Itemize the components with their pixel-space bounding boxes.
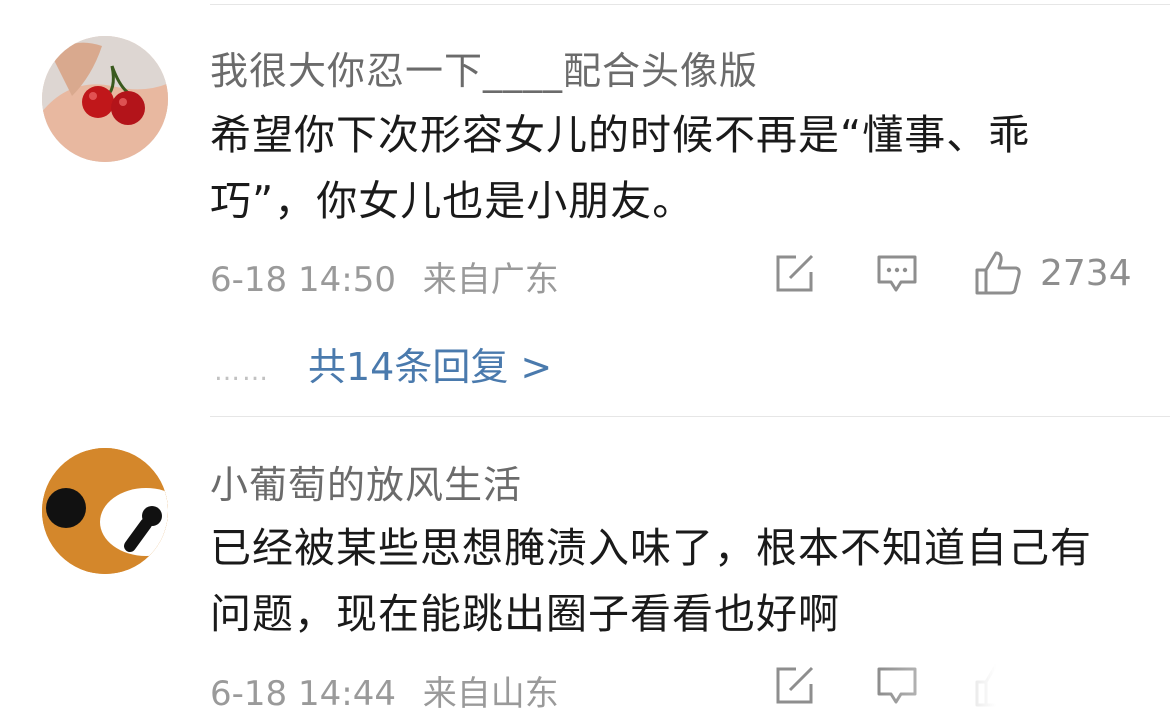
share-icon <box>776 254 814 292</box>
username[interactable]: 小葡萄的放风生活 <box>210 454 522 509</box>
top-divider <box>210 4 1170 5</box>
comment-text: 已经被某些思想腌渍入味了，根本不知道自己有问题，现在能跳出圈子看看也好啊 <box>210 524 1092 638</box>
cherries-in-hand-avatar <box>42 36 168 162</box>
comment-meta: 6-18 14:50 来自广东 <box>210 252 559 301</box>
view-replies-link[interactable]: …… 共14条回复 > <box>214 336 552 391</box>
share-button[interactable] <box>774 666 816 706</box>
comment-location: 来自广东 <box>422 260 559 300</box>
comment-location: 来自山东 <box>422 674 559 714</box>
cartoon-bear-avatar <box>42 448 168 574</box>
share-button[interactable] <box>774 254 816 294</box>
replies-label: 共14条回复 > <box>308 345 553 389</box>
replies-dots: …… <box>214 357 270 387</box>
comment-icon <box>877 255 917 292</box>
comment-divider <box>210 416 1170 417</box>
watermark-fade <box>880 662 1170 724</box>
comment-button[interactable] <box>876 254 918 294</box>
username[interactable]: 我很大你忍一下____配合头像版 <box>210 40 758 95</box>
share-icon <box>776 666 814 704</box>
comment-date: 6-18 14:44 <box>210 674 396 714</box>
comment-text: 希望你下次形容女儿的时候不再是“懂事、乖巧”，你女儿也是小朋友。 <box>210 111 1031 225</box>
avatar[interactable] <box>42 36 168 162</box>
avatar[interactable] <box>42 448 168 574</box>
comment-date: 6-18 14:50 <box>210 260 396 300</box>
thumbs-up-icon <box>975 251 1021 295</box>
comment-meta: 6-18 14:44 来自山东 <box>210 666 559 715</box>
like-count: 2734 <box>1040 252 1132 294</box>
like-button[interactable]: 2734 <box>974 250 1132 296</box>
